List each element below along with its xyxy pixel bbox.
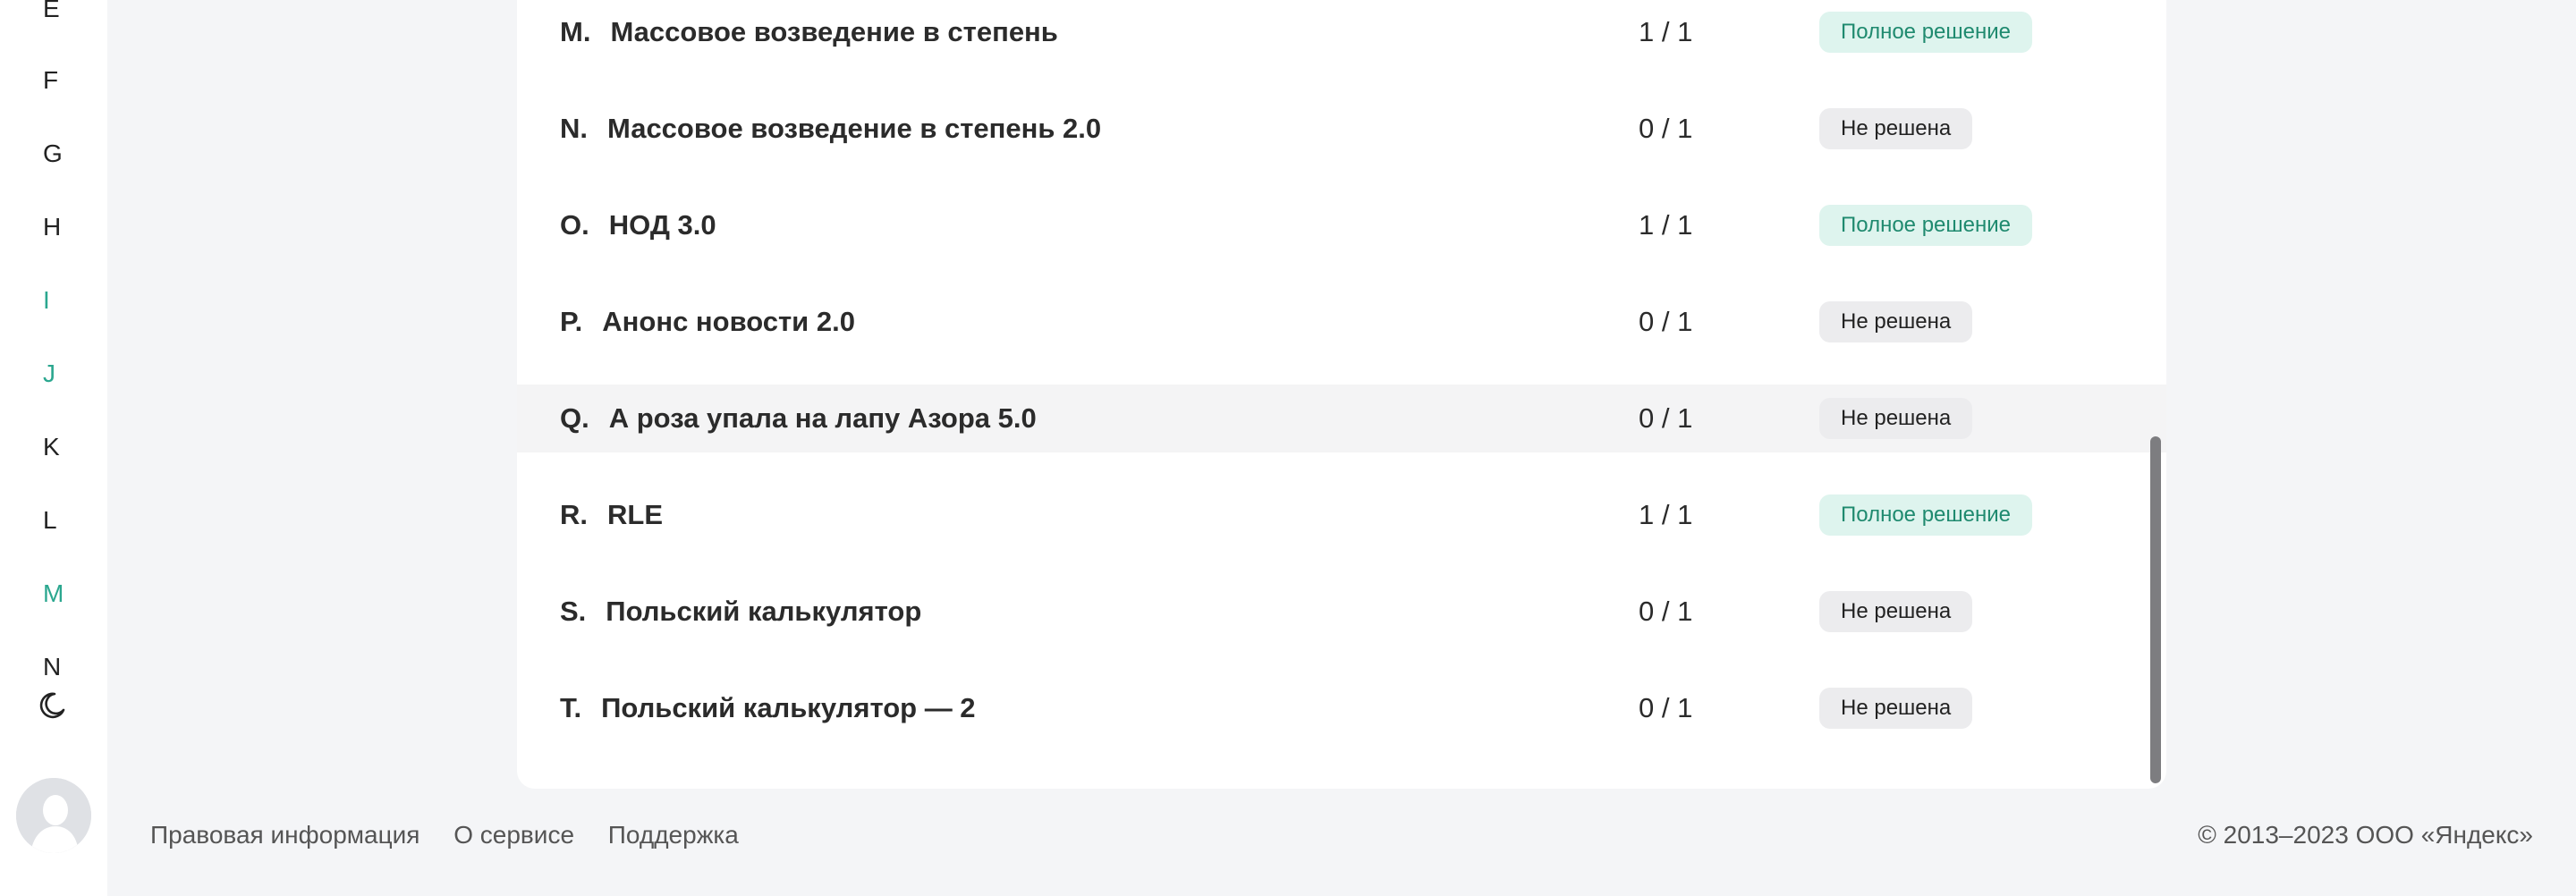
problems-card: M. Массовое возведение в степень 1 / 1 По… [517, 0, 2166, 789]
problem-id: R. [560, 499, 588, 530]
status-badge: Не решена [1819, 591, 1973, 632]
footer-links: Правовая информация О сервисе Поддержка [150, 821, 766, 857]
problem-title[interactable]: S. Польский калькулятор [560, 578, 921, 646]
problem-title[interactable]: T. Польский калькулятор — 2 [560, 674, 976, 742]
problem-name: Массовое возведение в степень 2.0 [607, 113, 1102, 144]
problem-row-s[interactable]: S. Польский калькулятор 0 / 1 Не решена [517, 578, 2166, 646]
problem-score: 0 / 1 [1639, 306, 1693, 337]
nav-letter-l[interactable]: L [43, 506, 57, 535]
problem-score: 0 / 1 [1639, 596, 1693, 627]
copyright-text: © 2013–2023 ООО «Яндекс» [2198, 821, 2533, 849]
nav-letter-m[interactable]: M [43, 579, 64, 608]
footer-link-legal[interactable]: Правовая информация [150, 821, 419, 849]
problem-title[interactable]: M. Массовое возведение в степень [560, 0, 1058, 66]
problem-score: 1 / 1 [1639, 16, 1693, 47]
nav-letter-j[interactable]: J [43, 359, 55, 388]
problem-title[interactable]: P. Анонс новости 2.0 [560, 288, 855, 356]
problem-letter-nav: E F G H I J K L M N [0, 0, 107, 680]
problem-name: RLE [607, 499, 663, 530]
problem-id: T. [560, 692, 582, 723]
status-badge: Не решена [1819, 688, 1973, 729]
status-badge: Полное решение [1819, 494, 2032, 536]
problem-row-m[interactable]: M. Массовое возведение в степень 1 / 1 По… [517, 0, 2166, 66]
status-badge: Полное решение [1819, 12, 2032, 53]
problem-title[interactable]: N. Массовое возведение в степень 2.0 [560, 95, 1101, 163]
status-badge: Не решена [1819, 398, 1973, 439]
nav-letter-i[interactable]: I [43, 286, 50, 315]
problem-id: P. [560, 306, 583, 337]
nav-letter-f[interactable]: F [43, 66, 58, 95]
problem-title[interactable]: R. RLE [560, 481, 663, 549]
problem-id: N. [560, 113, 588, 144]
problem-name: НОД 3.0 [608, 209, 716, 241]
problem-id: M. [560, 16, 591, 47]
problem-row-t[interactable]: T. Польский калькулятор — 2 0 / 1 Не реше… [517, 674, 2166, 742]
problem-name: Массовое возведение в степень [610, 16, 1058, 47]
problem-name: А роза упала на лапу Азора 5.0 [608, 402, 1037, 434]
problem-score: 1 / 1 [1639, 499, 1693, 530]
footer-link-support[interactable]: Поддержка [608, 821, 739, 849]
status-badge: Не решена [1819, 301, 1973, 342]
problem-score: 1 / 1 [1639, 209, 1693, 241]
nav-letter-h[interactable]: H [43, 213, 61, 241]
problem-name: Анонс новости 2.0 [602, 306, 855, 337]
sidebar: E F G H I J K L M N [0, 0, 107, 896]
moon-icon[interactable] [37, 690, 67, 721]
problem-score: 0 / 1 [1639, 402, 1693, 434]
nav-letter-e[interactable]: E [43, 0, 60, 23]
status-badge: Полное решение [1819, 205, 2032, 246]
problem-id: O. [560, 209, 589, 241]
problem-row-r[interactable]: R. RLE 1 / 1 Полное решение [517, 481, 2166, 549]
problem-row-p[interactable]: P. Анонс новости 2.0 0 / 1 Не решена [517, 288, 2166, 356]
problem-row-n[interactable]: N. Массовое возведение в степень 2.0 0 / … [517, 95, 2166, 163]
problem-name: Польский калькулятор — 2 [601, 692, 976, 723]
user-avatar-icon[interactable] [16, 778, 91, 853]
problem-title[interactable]: Q. А роза упала на лапу Азора 5.0 [560, 385, 1037, 452]
problem-score: 0 / 1 [1639, 113, 1693, 144]
problem-name: Польский калькулятор [606, 596, 922, 627]
problem-id: Q. [560, 402, 589, 434]
nav-letter-k[interactable]: K [43, 433, 60, 461]
footer-link-about[interactable]: О сервисе [453, 821, 574, 849]
problem-row-o[interactable]: O. НОД 3.0 1 / 1 Полное решение [517, 191, 2166, 259]
problem-score: 0 / 1 [1639, 692, 1693, 723]
problem-title[interactable]: O. НОД 3.0 [560, 191, 716, 259]
problem-row-q[interactable]: Q. А роза упала на лапу Азора 5.0 0 / 1 Н… [517, 385, 2166, 452]
nav-letter-n[interactable]: N [43, 653, 61, 680]
nav-letter-g[interactable]: G [43, 139, 63, 168]
scrollbar-thumb[interactable] [2150, 436, 2161, 783]
status-badge: Не решена [1819, 108, 1973, 149]
problem-id: S. [560, 596, 587, 627]
